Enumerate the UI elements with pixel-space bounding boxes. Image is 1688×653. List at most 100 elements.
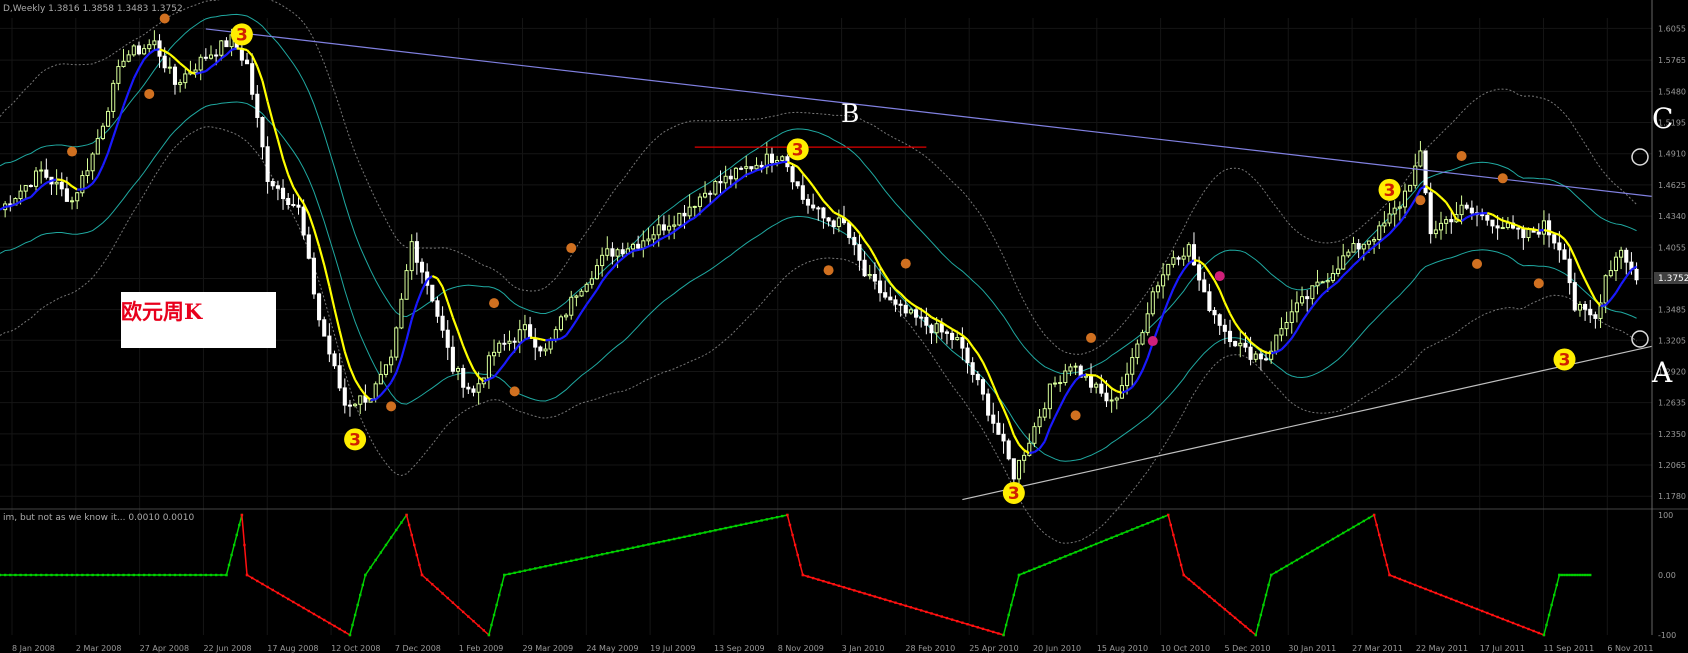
ma-segment (395, 357, 403, 374)
ma-segment (400, 339, 408, 359)
osc-dot (1079, 548, 1082, 552)
candle-body (661, 224, 666, 231)
osc-dot (672, 537, 676, 541)
osc-dot (127, 573, 130, 577)
candle-body (1387, 213, 1392, 224)
candle-body (1299, 296, 1305, 304)
ma-segment (1141, 357, 1149, 371)
osc-dot (1516, 623, 1520, 627)
osc-dot (961, 621, 964, 624)
candle-body (929, 324, 934, 334)
ma-segment (441, 286, 449, 303)
candle-body (1521, 228, 1526, 239)
osc-dot (1015, 583, 1018, 587)
osc-dot (1571, 573, 1574, 577)
candle-body (33, 170, 39, 187)
candle-body (1505, 222, 1510, 229)
candle-body (831, 220, 836, 228)
ma-segment (1029, 450, 1035, 455)
osc-dot (418, 563, 421, 567)
candle-body (255, 93, 260, 118)
ma-segment (1229, 313, 1237, 324)
osc-dot (662, 539, 666, 543)
ma-segment (195, 71, 202, 76)
ma-segment (802, 172, 809, 181)
osc-dot (1300, 555, 1304, 559)
ma-segment (343, 351, 352, 369)
osc-dot (899, 603, 902, 606)
osc-dot (1218, 603, 1221, 607)
osc-dot (19, 573, 22, 577)
x-tick-label: 29 Mar 2009 (523, 644, 574, 653)
candle-body (836, 217, 841, 228)
candle-body (1320, 281, 1325, 284)
candle-body (1366, 240, 1371, 245)
candle-body (409, 241, 414, 272)
osc-dot (1547, 613, 1551, 617)
osc-dot (1074, 551, 1077, 554)
osc-dot (585, 556, 588, 559)
candle-body (919, 316, 924, 319)
candle-body (522, 324, 527, 331)
osc-dot (647, 543, 650, 546)
ma-segment (1285, 337, 1293, 345)
osc-dot (1125, 530, 1129, 533)
ma-segment (936, 318, 943, 324)
osc-dot (976, 626, 980, 629)
ma-segment (1203, 264, 1211, 274)
ma-segment (1486, 211, 1493, 216)
ma-segment (462, 345, 470, 359)
candle-body (512, 340, 517, 343)
osc-dot (24, 573, 27, 577)
osc-dot (1259, 613, 1263, 617)
osc-dot (518, 570, 521, 573)
osc-dot (148, 573, 151, 577)
osc-dot (374, 558, 377, 562)
ma-segment (1466, 214, 1473, 219)
candle-body (265, 146, 270, 182)
osc-dot (1228, 612, 1232, 615)
ma-segment (632, 248, 639, 253)
ma-segment (1568, 245, 1576, 258)
osc-dot (39, 573, 43, 577)
ma-segment (704, 203, 711, 210)
candle-body (70, 200, 75, 203)
osc-dot (1197, 586, 1201, 590)
candle-body (1274, 334, 1279, 352)
ma-segment (380, 388, 387, 396)
osc-dot (1089, 544, 1093, 548)
fractal-marker (489, 298, 500, 309)
osc-dot (1486, 611, 1489, 615)
osc-dot (513, 571, 516, 575)
candle-body (1114, 397, 1119, 401)
candle-body (311, 257, 316, 295)
osc-dot (693, 533, 696, 536)
osc-dot (698, 532, 702, 535)
osc-dot (1550, 603, 1553, 607)
osc-dot (1372, 513, 1376, 517)
indicator-header: im, but not as we know it... 0.0010 0.00… (3, 513, 194, 523)
osc-dot (734, 524, 738, 528)
osc-dot (657, 541, 660, 544)
trendline-support (962, 345, 1653, 501)
osc-dot (250, 576, 254, 580)
osc-dot (1573, 573, 1577, 577)
osc-dot (168, 573, 172, 577)
candle-body (327, 335, 332, 355)
osc-dot (811, 576, 815, 580)
candle-body (1176, 257, 1181, 260)
osc-dot (328, 621, 331, 625)
osc-dot (1115, 534, 1118, 537)
osc-dot (1558, 573, 1561, 577)
candle-body (924, 316, 929, 326)
ma-segment (740, 173, 747, 180)
osc-dot (420, 573, 424, 577)
osc-dot (209, 573, 213, 577)
fractal-marker (1415, 195, 1426, 206)
ma-segment (853, 226, 861, 234)
ma-segment (683, 219, 691, 226)
osc-dot (1545, 623, 1548, 627)
osc-dot (1429, 589, 1432, 593)
candle-body (18, 190, 23, 200)
osc-dot (992, 630, 995, 634)
